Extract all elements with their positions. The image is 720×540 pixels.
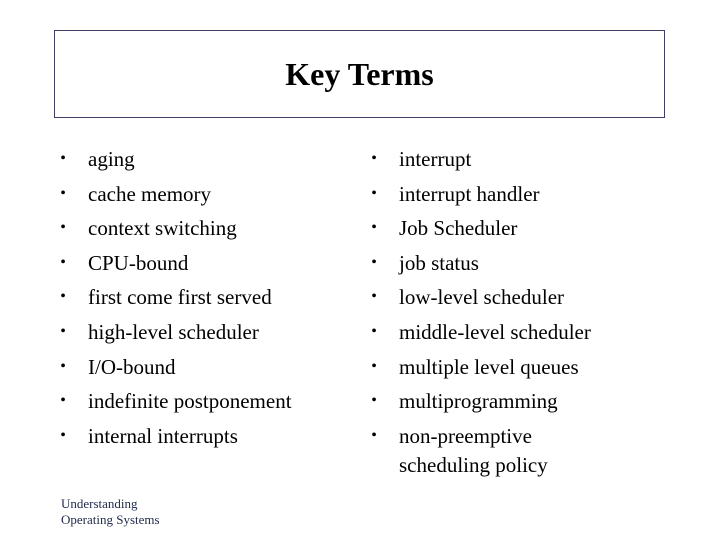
list-item: • aging	[58, 142, 292, 177]
term-text: middle-level scheduler	[399, 319, 591, 344]
bullet-icon: •	[60, 288, 66, 306]
list-item: • interrupt	[369, 142, 599, 177]
list-item: • high-level scheduler	[58, 315, 292, 350]
term-text: Job Scheduler	[399, 216, 518, 241]
footer-line-1: Understanding	[61, 496, 138, 511]
bullet-icon: •	[60, 322, 66, 340]
slide-title: Key Terms	[285, 55, 434, 92]
list-item: • cache memory	[58, 177, 292, 212]
term-text: multiple level queues	[399, 354, 579, 379]
list-item: • Job Scheduler	[369, 211, 599, 246]
footer-caption: Understanding Operating Systems	[61, 496, 160, 528]
term-text: context switching	[88, 216, 237, 241]
term-text: aging	[88, 147, 135, 171]
list-item: • internal interrupts	[58, 419, 292, 454]
list-item: • multiple level queues	[369, 350, 599, 385]
term-text: cache memory	[88, 181, 212, 206]
term-text: low-level scheduler	[399, 285, 565, 310]
bullet-icon: •	[60, 392, 66, 410]
bullet-icon: •	[371, 219, 377, 237]
bullet-icon: •	[371, 322, 377, 340]
bullet-icon: •	[371, 288, 377, 306]
right-term-list: • interrupt • interrupt handler • Job Sched…	[369, 142, 599, 482]
list-item: • first come first served	[58, 280, 292, 315]
list-item: • context switching	[58, 211, 292, 246]
term-text: interrupt handler	[399, 181, 540, 206]
bullet-icon: •	[60, 150, 66, 167]
list-item: • low-level scheduler	[369, 280, 599, 315]
term-text: job status	[399, 250, 479, 275]
term-text: high-level scheduler	[88, 319, 259, 344]
bullet-icon: •	[60, 253, 66, 271]
bullet-icon: •	[371, 184, 377, 202]
list-item: • CPU-bound	[58, 246, 292, 281]
list-item: • indefinite postponement	[58, 384, 292, 419]
list-item: • I/O-bound	[58, 350, 292, 385]
left-term-list: • aging • cache memory • context switching …	[58, 142, 292, 454]
bullet-icon: •	[371, 253, 377, 271]
list-item: • non-preemptive scheduling policy	[369, 419, 599, 483]
term-text: CPU-bound	[88, 250, 189, 275]
term-text: indefinite postponement	[88, 389, 292, 414]
term-text: multiprogramming	[399, 389, 558, 414]
bullet-icon: •	[60, 219, 66, 237]
term-text: interrupt	[399, 147, 472, 171]
list-item: • middle-level scheduler	[369, 315, 599, 350]
bullet-icon: •	[60, 357, 66, 375]
term-text: internal interrupts	[88, 423, 238, 448]
bullet-icon: •	[371, 357, 377, 375]
term-text: I/O-bound	[88, 354, 176, 379]
bullet-icon: •	[371, 150, 377, 167]
footer-line-2: Operating Systems	[61, 512, 160, 527]
bullet-icon: •	[60, 184, 66, 202]
bullet-icon: •	[371, 426, 377, 444]
list-item: • multiprogramming	[369, 384, 599, 419]
bullet-icon: •	[371, 392, 377, 410]
list-item: • interrupt handler	[369, 177, 599, 212]
bullet-icon: •	[60, 426, 66, 444]
title-box: Key Terms	[54, 30, 665, 118]
term-text: first come first served	[88, 285, 272, 310]
term-text: non-preemptive scheduling policy	[399, 423, 548, 477]
list-item: • job status	[369, 246, 599, 281]
